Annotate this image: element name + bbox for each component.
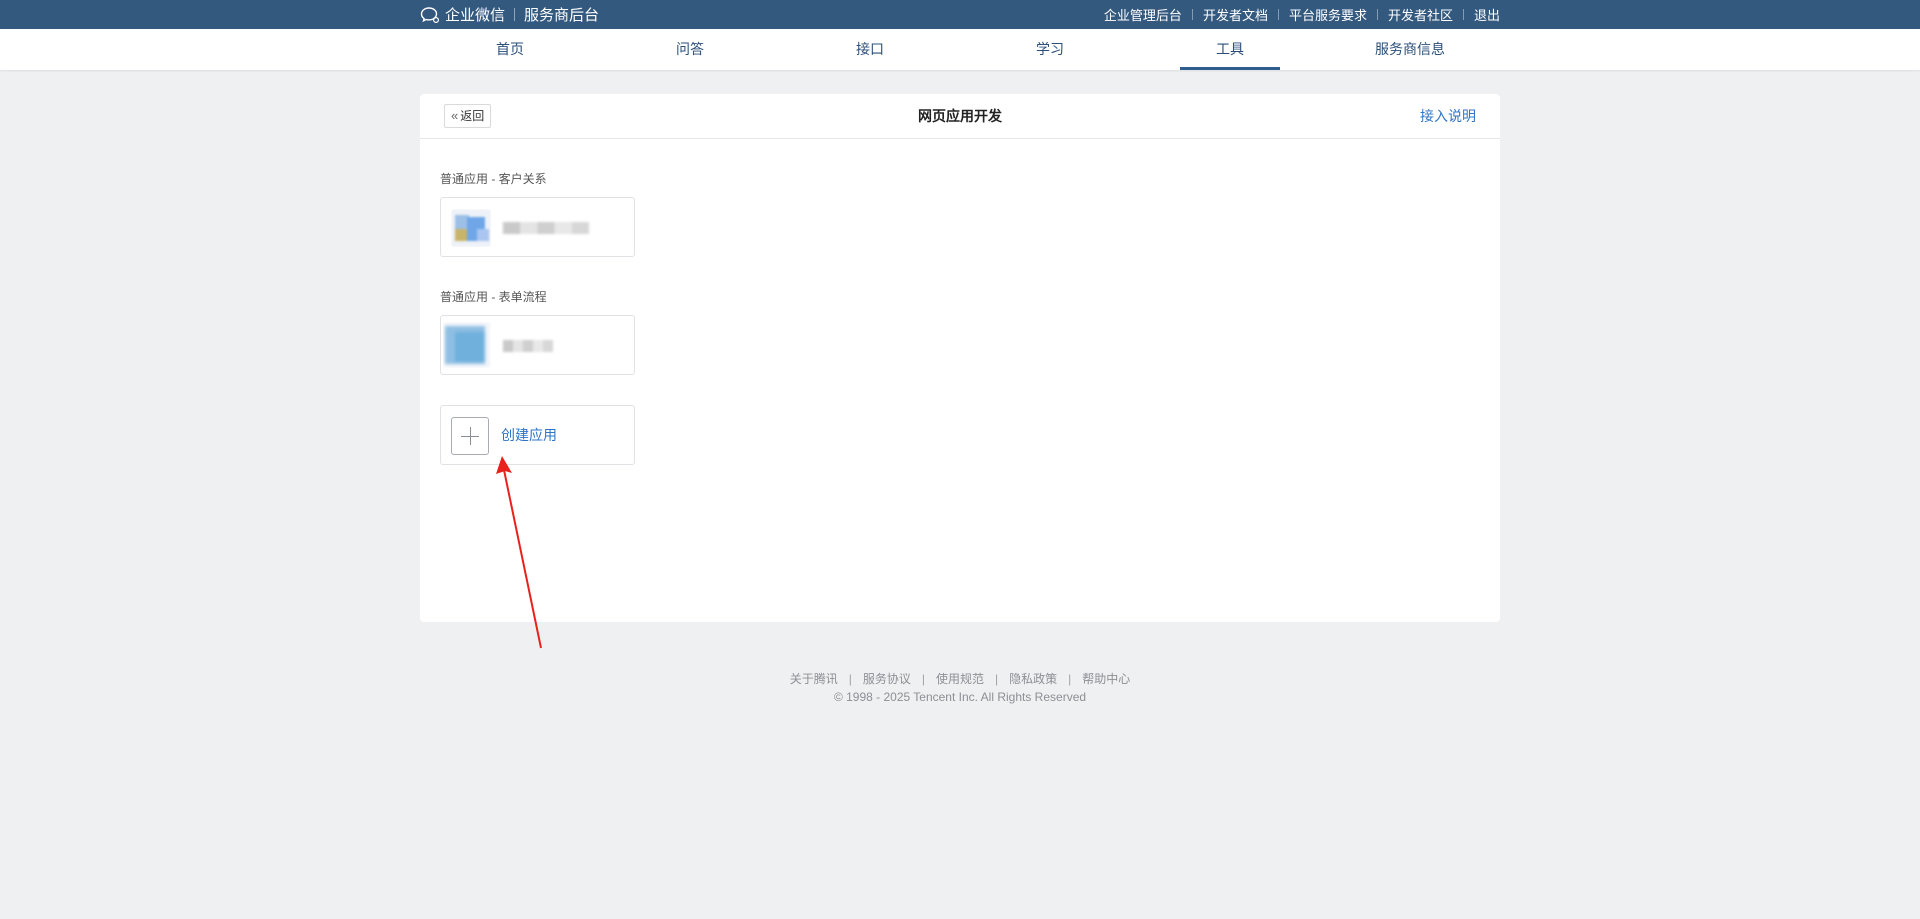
footer: 关于腾讯 | 服务协议 | 使用规范 | 隐私政策 | 帮助中心 © 1998 … xyxy=(0,670,1920,705)
app-name-redacted xyxy=(503,340,553,352)
nav-item-tools[interactable]: 工具 xyxy=(1140,29,1320,70)
top-link-admin[interactable]: 企业管理后台 xyxy=(1104,5,1182,24)
top-link-docs[interactable]: 开发者文档 xyxy=(1203,5,1268,24)
top-link-service-requirements[interactable]: 平台服务要求 xyxy=(1289,5,1367,24)
copyright: © 1998 - 2025 Tencent Inc. All Rights Re… xyxy=(833,690,1087,704)
footer-link-usage[interactable]: 使用规范 xyxy=(936,670,984,687)
nav-item-api[interactable]: 接口 xyxy=(780,29,960,70)
footer-link-terms[interactable]: 服务协议 xyxy=(863,670,911,687)
nav-item-home[interactable]: 首页 xyxy=(420,29,600,70)
divider: | xyxy=(848,671,852,686)
integration-guide-link[interactable]: 接入说明 xyxy=(1420,94,1476,139)
main-card: « 返回 网页应用开发 接入说明 普通应用 - 客户关系 普通应用 - 表单流程 xyxy=(420,94,1500,622)
app-name-redacted xyxy=(503,222,589,234)
brand[interactable]: 企业微信 服务商后台 xyxy=(420,4,599,25)
top-bar: 企业微信 服务商后台 企业管理后台 开发者文档 平台服务要求 开发者社区 退出 xyxy=(0,0,1920,29)
footer-link-privacy[interactable]: 隐私政策 xyxy=(1009,670,1057,687)
top-links: 企业管理后台 开发者文档 平台服务要求 开发者社区 退出 xyxy=(1104,5,1500,24)
app-tile-forms[interactable] xyxy=(440,315,635,375)
brand-divider xyxy=(514,8,516,21)
plus-icon xyxy=(451,417,489,455)
app-tile-crm[interactable] xyxy=(440,197,635,257)
divider: | xyxy=(1068,671,1072,686)
top-link-community[interactable]: 开发者社区 xyxy=(1388,5,1453,24)
top-link-logout[interactable]: 退出 xyxy=(1474,5,1500,24)
nav-item-qa[interactable]: 问答 xyxy=(600,29,780,70)
main-nav: 首页 问答 接口 学习 工具 服务商信息 xyxy=(0,29,1920,70)
divider: | xyxy=(921,671,925,686)
divider xyxy=(1376,9,1378,20)
divider xyxy=(1277,9,1279,20)
footer-link-about[interactable]: 关于腾讯 xyxy=(790,670,838,687)
app-icon xyxy=(451,209,491,247)
section-label-forms: 普通应用 - 表单流程 xyxy=(440,290,547,304)
nav-item-provider-info[interactable]: 服务商信息 xyxy=(1320,29,1500,70)
footer-links: 关于腾讯 | 服务协议 | 使用规范 | 隐私政策 | 帮助中心 xyxy=(0,670,1920,687)
divider xyxy=(1462,9,1464,20)
divider xyxy=(1191,9,1193,20)
brand-subtitle: 服务商后台 xyxy=(524,7,600,24)
divider: | xyxy=(995,671,999,686)
page-title: 网页应用开发 xyxy=(918,108,1002,124)
brand-name: 企业微信 xyxy=(445,7,506,24)
card-header: « 返回 网页应用开发 接入说明 xyxy=(420,94,1500,139)
wecom-logo-icon xyxy=(420,6,440,23)
app-icon xyxy=(443,322,491,368)
nav-item-learn[interactable]: 学习 xyxy=(960,29,1140,70)
section-label-crm: 普通应用 - 客户关系 xyxy=(440,172,547,186)
footer-link-help[interactable]: 帮助中心 xyxy=(1082,670,1130,687)
create-app-button[interactable]: 创建应用 xyxy=(440,405,635,465)
create-app-label: 创建应用 xyxy=(501,427,557,443)
